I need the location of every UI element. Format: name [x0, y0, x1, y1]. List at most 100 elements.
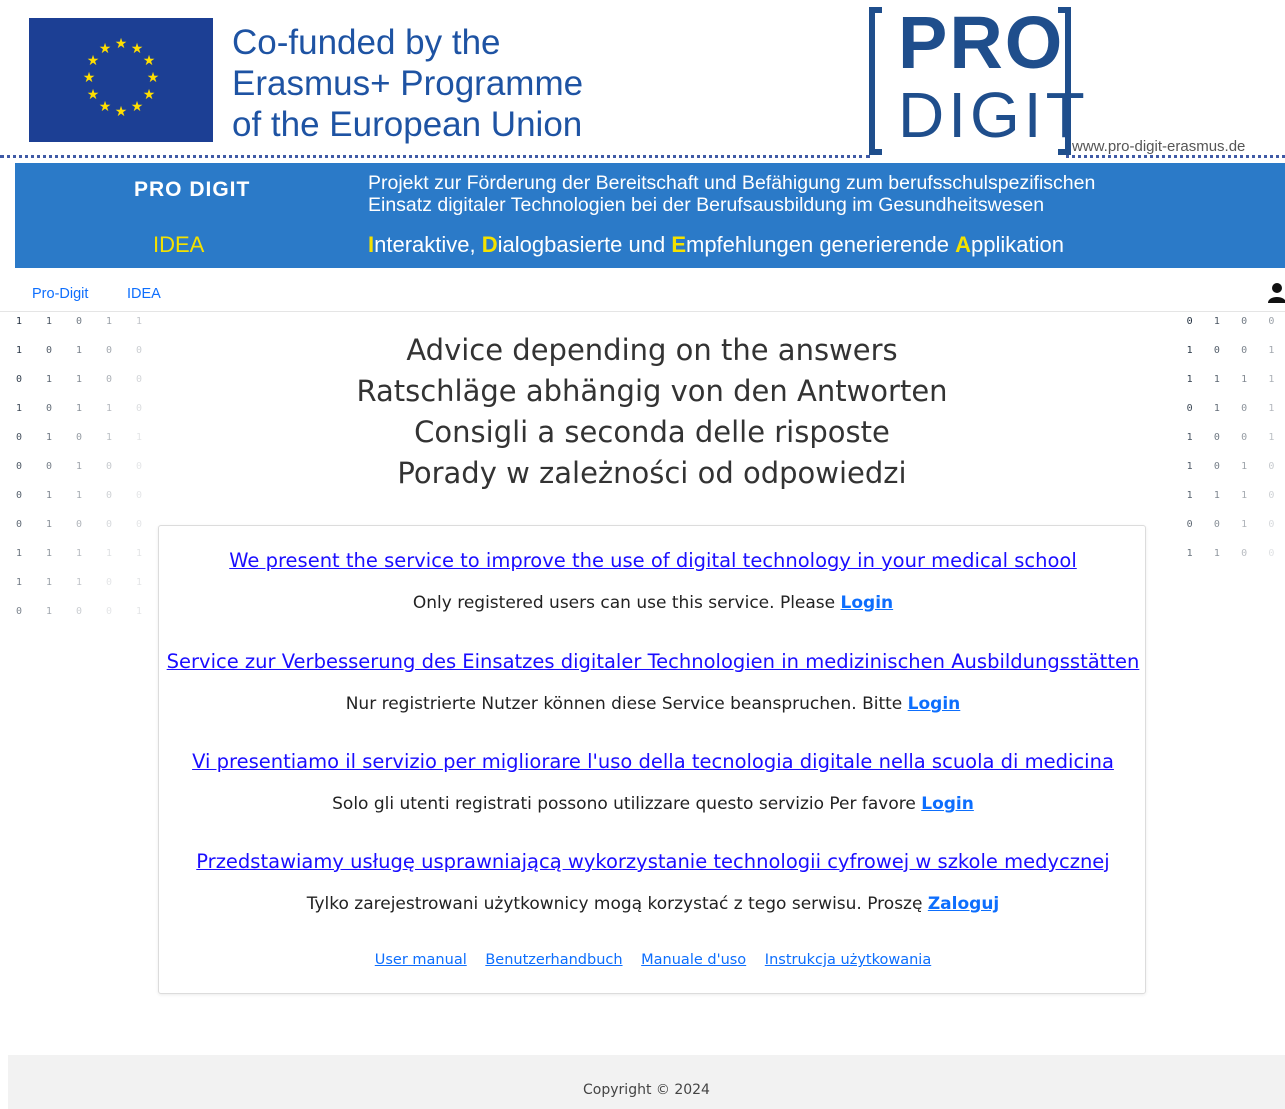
acronym-letter-a: A: [955, 232, 971, 257]
binary-digit: 1: [15, 548, 23, 559]
binary-row: 0 1 0 0: [1176, 316, 1285, 345]
binary-digit: 0: [45, 345, 53, 356]
binary-digit: 0: [15, 490, 23, 501]
heading-german: Ratschläge abhängig von den Antworten: [356, 374, 948, 408]
band-idea-label: IDEA: [153, 232, 205, 257]
svg-text:★: ★: [143, 87, 156, 103]
binary-digit: 1: [105, 548, 113, 559]
logo-pro-text: PRO: [898, 1, 1065, 84]
binary-digit: 1: [45, 432, 53, 443]
binary-digit: 1: [105, 316, 113, 327]
service-link-italian[interactable]: Vi presentiamo il servizio per migliorar…: [192, 750, 1114, 773]
svg-text:★: ★: [131, 41, 144, 57]
binary-digit: 1: [45, 606, 53, 617]
nav-link-idea[interactable]: IDEA: [127, 286, 161, 302]
binary-decoration-left: 1101110100011001011001011001000110001000…: [4, 316, 154, 635]
binary-digit: 1: [1213, 374, 1220, 385]
binary-row: 1 0 1 0: [1176, 461, 1285, 490]
binary-digit: 0: [135, 345, 143, 356]
acronym-letter-e: E: [671, 232, 686, 257]
binary-digit: 1: [105, 432, 113, 443]
service-link-english[interactable]: We present the service to improve the us…: [229, 549, 1077, 572]
user-manual-links: User manual Benutzerhandbuch Manuale d'u…: [159, 952, 1147, 968]
manual-link-german[interactable]: Benutzerhandbuch: [485, 952, 622, 968]
binary-digit: 0: [15, 432, 23, 443]
manual-link-english[interactable]: User manual: [375, 952, 467, 968]
manual-link-polish[interactable]: Instrukcja użytkowania: [765, 952, 931, 968]
binary-digit: 0: [105, 490, 113, 501]
binary-row: 1 0 0 1: [1176, 345, 1285, 374]
user-icon[interactable]: [1268, 282, 1285, 304]
binary-digit: 1: [75, 548, 83, 559]
binary-digit: 0: [75, 432, 83, 443]
binary-digit: 1: [1268, 403, 1275, 414]
band-pro-digit-label: PRO DIGIT: [134, 178, 251, 201]
registration-notice-italian: Solo gli utenti registrati possono utili…: [159, 794, 1147, 814]
login-link-polish[interactable]: Zaloguj: [928, 894, 999, 914]
binary-row: 0 1 1 0 0: [4, 374, 154, 403]
binary-digit: 1: [1241, 374, 1248, 385]
binary-row: 0 1 0 0 1: [4, 606, 154, 635]
binary-digit: 1: [75, 345, 83, 356]
description-line-1: Projekt zur Förderung der Bereitschaft u…: [368, 172, 1096, 194]
binary-digit: 0: [135, 461, 143, 472]
service-section-german: Service zur Verbesserung des Einsatzes d…: [159, 650, 1147, 714]
binary-digit: 0: [105, 461, 113, 472]
binary-row: 1 0 1 1 0: [4, 403, 154, 432]
binary-digit: 1: [1186, 374, 1193, 385]
binary-digit: 0: [1241, 316, 1248, 327]
binary-row: 1 1 1 0 1: [4, 577, 154, 606]
eu-stars-icon: ★ ★ ★ ★ ★ ★ ★ ★ ★ ★ ★ ★: [29, 18, 213, 142]
binary-digit: 0: [75, 606, 83, 617]
manual-link-italian[interactable]: Manuale d'uso: [641, 952, 746, 968]
binary-digit: 1: [15, 345, 23, 356]
dotted-divider-right: [1066, 155, 1285, 158]
binary-digit: 0: [1213, 461, 1220, 472]
registration-notice-english: Only registered users can use this servi…: [159, 593, 1147, 613]
service-link-german[interactable]: Service zur Verbesserung des Einsatzes d…: [167, 650, 1140, 673]
project-description: Projekt zur Förderung der Bereitschaft u…: [368, 172, 1095, 216]
binary-digit: 1: [105, 403, 113, 414]
binary-digit: 1: [1213, 548, 1220, 559]
binary-digit: 1: [135, 432, 143, 443]
binary-digit: 0: [105, 519, 113, 530]
pro-digit-logo: PRO DIGIT: [868, 1, 1085, 157]
eu-flag-logo: ★ ★ ★ ★ ★ ★ ★ ★ ★ ★ ★ ★: [29, 18, 213, 142]
binary-digit: 0: [75, 519, 83, 530]
registration-notice-german: Nur registrierte Nutzer können diese Ser…: [159, 694, 1147, 714]
login-link-italian[interactable]: Login: [921, 794, 974, 814]
copyright-text: Copyright © 2024: [583, 1082, 710, 1098]
login-link-english[interactable]: Login: [841, 593, 894, 613]
svg-text:★: ★: [143, 53, 156, 69]
nav-link-pro-digit[interactable]: Pro-Digit: [32, 286, 88, 302]
binary-digit: 0: [75, 316, 83, 327]
page-heading: Advice depending on the answers Ratschlä…: [180, 330, 1124, 494]
service-link-polish[interactable]: Przedstawiamy usługę usprawniającą wykor…: [196, 850, 1109, 873]
binary-decoration-right: 0 1 0 0 1 0 0 1 1 1 1 1 0 1 0 1 1 0 0 1 1 0 1 0 1 1 1 0 0 0 1 0 1 1 0 0: [1176, 316, 1285, 577]
binary-digit: 0: [1213, 345, 1220, 356]
binary-digit: 1: [135, 606, 143, 617]
binary-digit: 1: [1186, 432, 1193, 443]
binary-digit: 0: [1241, 403, 1248, 414]
top-navbar: Pro-Digit IDEA: [0, 278, 1285, 312]
binary-digit: 1: [45, 577, 53, 588]
login-link-german[interactable]: Login: [908, 694, 961, 714]
binary-row: 0 0 1 0 0: [4, 461, 154, 490]
binary-digit: 0: [1268, 548, 1275, 559]
binary-row: 0 1 0 1: [1176, 403, 1285, 432]
binary-row: 1 1 1 1: [1176, 374, 1285, 403]
binary-digit: 1: [135, 577, 143, 588]
svg-text:★: ★: [83, 70, 96, 86]
binary-digit: 0: [15, 519, 23, 530]
binary-digit: 0: [1186, 403, 1193, 414]
binary-digit: 0: [15, 606, 23, 617]
services-card: We present the service to improve the us…: [158, 525, 1146, 994]
binary-digit: 1: [1268, 345, 1275, 356]
binary-digit: 1: [45, 316, 53, 327]
site-url: www.pro-digit-erasmus.de: [1072, 138, 1246, 155]
binary-row: 1 1 0 1 1: [4, 316, 154, 345]
binary-digit: 1: [1213, 403, 1220, 414]
binary-row: 0 1 0 1 1: [4, 432, 154, 461]
binary-digit: 1: [1268, 432, 1275, 443]
binary-digit: 0: [135, 403, 143, 414]
